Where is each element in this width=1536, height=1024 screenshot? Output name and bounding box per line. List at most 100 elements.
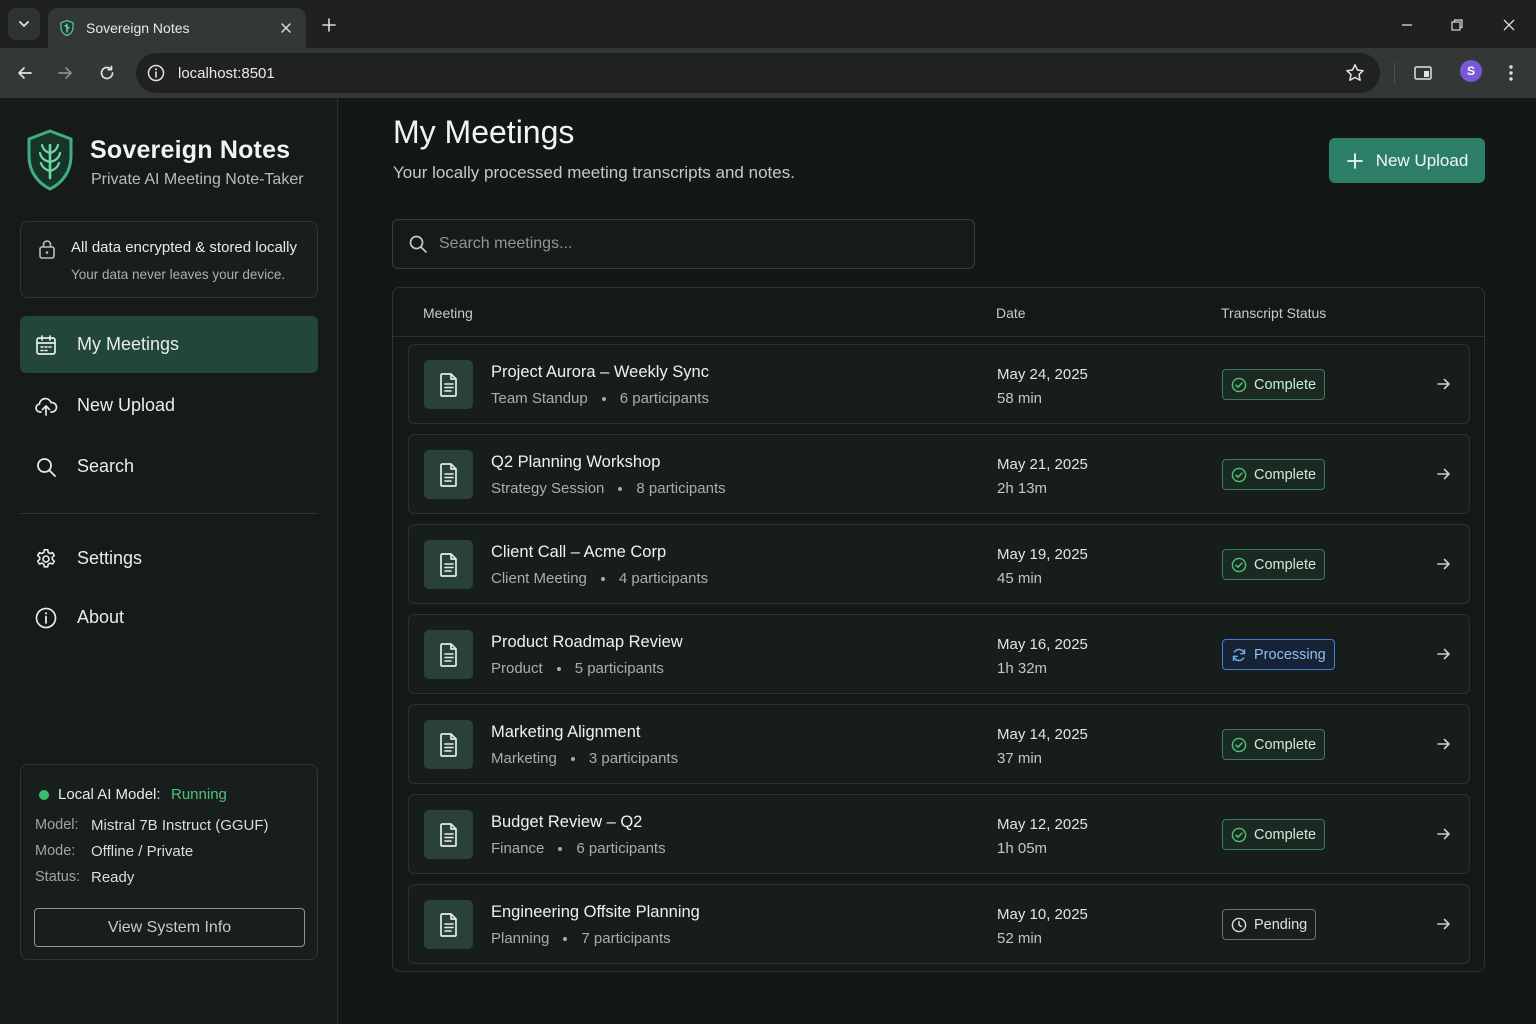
document-icon [439,372,457,397]
mode-key: Mode: [35,843,76,859]
brand-subtitle: Private AI Meeting Note-Taker [91,171,304,188]
forward-button[interactable] [51,59,79,87]
meeting-date: May 24, 2025 [997,366,1088,383]
document-icon [439,552,457,577]
sidebar-item-search[interactable]: Search [20,438,318,495]
separator-dot [570,756,575,761]
table-row[interactable]: Client Call – Acme Corp Client Meeting 4 p… [408,524,1470,604]
meeting-meta: Finance 6 participants [491,840,666,857]
meeting-duration: 52 min [997,930,1043,947]
model-value: Mistral 7B Instruct (GGUF) [91,817,269,834]
close-icon [281,23,291,33]
sidebar-item-label: New Upload [77,395,176,415]
arrow-right-icon[interactable] [1435,645,1453,663]
side-panel-button[interactable] [1409,59,1437,87]
arrow-right-icon[interactable] [1435,915,1453,933]
tab-close-button[interactable] [276,18,296,38]
document-tile [424,630,473,679]
new-upload-label: New Upload [1375,150,1469,170]
separator-dot [601,396,606,401]
table-row[interactable]: Engineering Offsite Planning Planning 7 pa… [408,884,1470,964]
search-box[interactable] [392,219,975,269]
arrow-right-icon[interactable] [1435,465,1453,483]
document-icon [439,642,457,667]
column-header-meeting: Meeting [423,305,473,321]
arrow-right-icon[interactable] [1435,825,1453,843]
arrow-right-icon[interactable] [1435,735,1453,753]
check-circle-icon [1231,467,1247,482]
sidebar-item-settings[interactable]: Settings [20,530,318,587]
back-button[interactable] [11,59,39,87]
arrow-right-icon [58,67,72,79]
meetings-table: Meeting Date Transcript Status Project A… [392,287,1485,972]
meeting-title: Engineering Offsite Planning [491,903,700,921]
minimize-button[interactable] [1394,12,1420,38]
profile-avatar[interactable]: S [1460,60,1482,82]
arrow-right-icon[interactable] [1435,375,1453,393]
meeting-participants: 6 participants [619,390,709,407]
document-icon [439,462,457,487]
view-system-info-button[interactable]: View System Info [34,908,305,947]
model-state: Running [171,786,227,803]
page-subtitle: Your locally processed meeting transcrip… [393,163,795,182]
meeting-title: Marketing Alignment [491,723,641,741]
new-upload-button[interactable]: New Upload [1329,138,1485,183]
table-row[interactable]: Project Aurora – Weekly Sync Team Standup… [408,344,1470,424]
browser-tab-bar: Sovereign Notes [0,0,1536,48]
meeting-title: Project Aurora – Weekly Sync [491,363,709,381]
document-icon [439,822,457,847]
meeting-meta: Strategy Session 8 participants [491,480,726,497]
table-row[interactable]: Marketing Alignment Marketing 3 participan… [408,704,1470,784]
address-bar[interactable]: localhost:8501 [136,53,1380,93]
sidebar-item-about[interactable]: About [20,589,318,646]
arrow-right-icon[interactable] [1435,555,1453,573]
table-row[interactable]: Product Roadmap Review Product 5 participa… [408,614,1470,694]
sidebar: Sovereign Notes Private AI Meeting Note-… [0,98,338,1024]
clock-icon [1231,917,1247,932]
shield-favicon-icon [60,19,74,37]
browser-menu-button[interactable] [1497,59,1525,87]
meeting-meta: Team Standup 6 participants [491,390,709,407]
new-tab-button[interactable] [316,12,342,38]
sidebar-item-new-upload[interactable]: New Upload [20,377,318,434]
tab-search-button[interactable] [8,8,40,40]
search-input[interactable] [439,235,974,253]
meeting-duration: 37 min [997,750,1043,767]
bookmark-star-icon[interactable] [1344,62,1366,84]
status-badge: Pending [1222,909,1317,940]
document-tile [424,360,473,409]
meeting-date: May 16, 2025 [997,636,1088,653]
sidebar-item-my-meetings[interactable]: My Meetings [20,316,318,373]
table-row[interactable]: Budget Review – Q2 Finance 6 participants M… [408,794,1470,874]
meeting-participants: 6 participants [576,840,666,857]
info-icon [35,607,57,628]
browser-toolbar: localhost:8501 S [0,48,1536,98]
model-status-card: Local AI Model: Running Model: Mistral 7… [20,764,318,960]
check-circle-icon [1231,377,1247,392]
tab-title: Sovereign Notes [86,20,190,36]
site-info-icon[interactable] [146,63,166,83]
cloud-upload-icon [35,397,58,416]
refresh-icon [1232,648,1246,661]
search-icon [409,235,427,253]
reload-button[interactable] [93,59,121,87]
meeting-participants: 7 participants [581,930,671,947]
table-row[interactable]: Q2 Planning Workshop Strategy Session 8 pa… [408,434,1470,514]
meeting-date: May 12, 2025 [997,816,1088,833]
status-badge: Complete [1222,459,1326,490]
restore-button[interactable] [1444,12,1470,38]
meeting-type: Client Meeting [491,570,587,587]
browser-tab[interactable]: Sovereign Notes [48,8,306,48]
close-window-button[interactable] [1496,12,1522,38]
separator-dot [558,846,563,851]
status-label: Complete [1254,556,1317,573]
sidebar-item-label: My Meetings [77,334,180,354]
meeting-date: May 19, 2025 [997,546,1088,563]
close-icon [1503,19,1515,31]
status-key: Status: [35,869,81,885]
status-label: Processing [1254,646,1326,663]
minimize-icon [1402,24,1412,26]
separator-dot [556,666,561,671]
meeting-meta: Product 5 participants [491,660,664,677]
meeting-duration: 1h 05m [997,840,1048,857]
